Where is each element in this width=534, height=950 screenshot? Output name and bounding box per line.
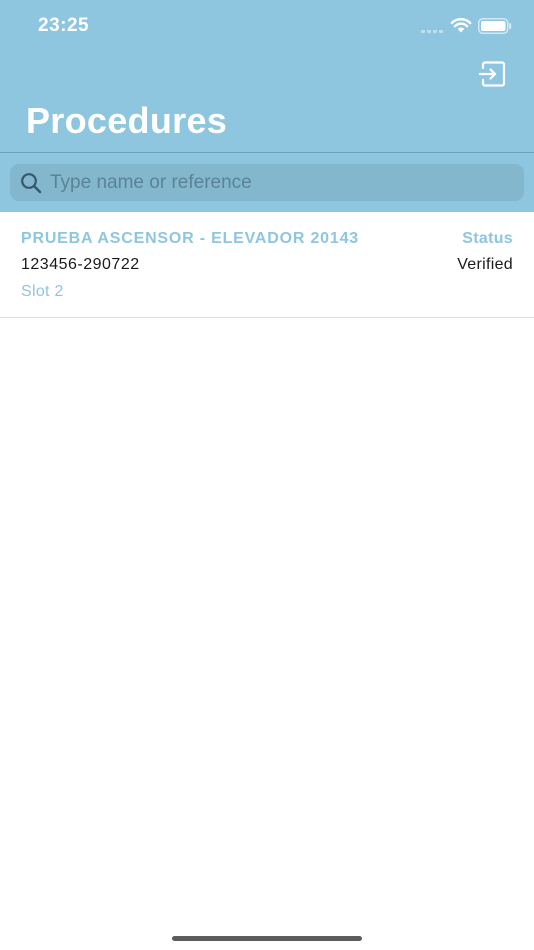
search-bar[interactable] bbox=[10, 164, 524, 201]
home-indicator[interactable] bbox=[172, 936, 362, 941]
search-icon bbox=[21, 173, 42, 194]
procedure-status-value: Verified bbox=[457, 256, 513, 273]
status-time: 23:25 bbox=[38, 15, 90, 36]
cellular-signal-icon bbox=[421, 28, 445, 33]
page-title: Procedures bbox=[26, 100, 228, 141]
status-bar: 23:25 bbox=[0, 0, 534, 54]
header: 23:25 Procedures bbox=[0, 0, 534, 212]
battery-icon bbox=[478, 18, 512, 34]
procedure-title: PRUEBA ASCENSOR - ELEVADOR 20143 bbox=[21, 230, 359, 247]
procedure-slot: Slot 2 bbox=[21, 283, 64, 300]
wifi-icon bbox=[450, 18, 472, 33]
procedures-list: PRUEBA ASCENSOR - ELEVADOR 20143 123456-… bbox=[0, 212, 534, 318]
search-input[interactable] bbox=[50, 164, 510, 201]
procedure-row[interactable]: PRUEBA ASCENSOR - ELEVADOR 20143 123456-… bbox=[0, 212, 534, 318]
procedure-reference: 123456-290722 bbox=[21, 256, 140, 273]
logout-button[interactable] bbox=[478, 60, 508, 88]
procedure-status-label: Status bbox=[462, 230, 513, 247]
header-divider bbox=[0, 152, 534, 153]
logout-icon bbox=[478, 61, 506, 87]
